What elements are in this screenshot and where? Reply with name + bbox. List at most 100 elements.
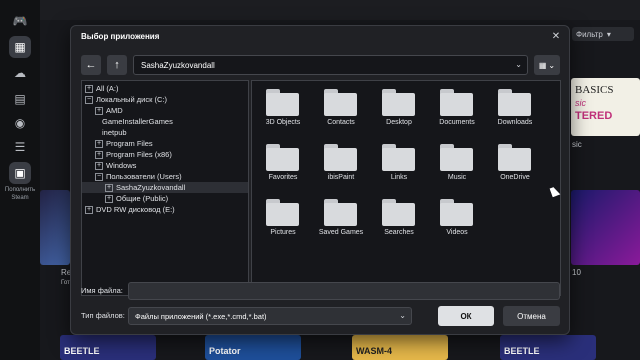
game-card-right[interactable] [571, 190, 640, 265]
broadcast-icon[interactable]: ◉ [9, 112, 31, 134]
back-button[interactable]: ← [81, 55, 101, 75]
up-button[interactable]: ↑ [107, 55, 127, 75]
file-name-label: Имя файла: [81, 286, 123, 295]
card-extra: TERED [575, 110, 613, 122]
arrow-up-icon: ↑ [114, 59, 120, 71]
library-icon[interactable]: ▦ [9, 36, 31, 58]
card-caption-left2: Гот [61, 280, 70, 286]
file-type-select[interactable]: Файлы приложений (*.exe,*.cmd,*.bat) ⌄ [128, 307, 412, 325]
folder-label: Contacts [327, 119, 355, 126]
folder-label: Searches [384, 229, 414, 236]
folder-icon [440, 199, 473, 226]
tree-item[interactable]: + Общие (Public) [82, 193, 248, 204]
tree-item-label: AMD [106, 106, 123, 115]
tree-item-label: Program Files (x86) [106, 150, 172, 159]
add-funds-line2: Steam [11, 195, 29, 201]
game-card-potator[interactable]: Potator [205, 335, 301, 360]
list-icon[interactable]: ☰ [9, 136, 31, 158]
card-caption-right2: 10 [572, 268, 581, 277]
tree-item-label: inetpub [102, 128, 127, 137]
folder-item[interactable]: Links [370, 138, 428, 190]
folder-label: Documents [439, 119, 475, 126]
game-card-left[interactable] [40, 190, 70, 265]
chevron-down-icon: ⌄ [515, 60, 522, 69]
folder-item[interactable]: Documents [428, 83, 486, 135]
file-picker-dialog: Выбор приложения ✕ ← ↑ SashaZyuzkovandal… [70, 25, 570, 335]
tree-item[interactable]: + Program Files [82, 138, 248, 149]
gamepad-icon[interactable]: 🎮 [9, 10, 31, 32]
cancel-button[interactable]: Отмена [503, 306, 560, 326]
folder-icon [266, 199, 299, 226]
tree-item[interactable]: − Локальный диск (C:) [82, 94, 248, 105]
tree-item[interactable]: inetpub [82, 127, 248, 138]
card-title: BEETLE [64, 346, 100, 356]
folder-icon [382, 144, 415, 171]
chevron-down-icon: ⌄ [399, 311, 406, 320]
file-name-input[interactable] [128, 282, 560, 300]
tree-item[interactable]: GameInstallerGames [82, 116, 248, 127]
folder-item[interactable]: Searches [370, 193, 428, 245]
tree-item-label: DVD RW дисковод (E:) [96, 205, 175, 214]
background-topbar [40, 0, 640, 20]
folder-icon [440, 89, 473, 116]
wallet-icon[interactable]: ▣ [9, 162, 31, 184]
folder-item[interactable]: Downloads [486, 83, 544, 135]
tree-item[interactable]: + Program Files (x86) [82, 149, 248, 160]
grid-icon: ▦ [538, 60, 547, 70]
tree-item[interactable]: − Пользователи (Users) [82, 171, 248, 182]
collapse-icon[interactable]: − [95, 172, 103, 181]
folder-item[interactable]: Music [428, 138, 486, 190]
expand-icon[interactable]: + [105, 183, 113, 192]
card-title: BASICS [575, 84, 614, 96]
folder-label: Videos [446, 229, 468, 236]
game-card-beetle-2[interactable]: BEETLE [500, 335, 596, 360]
folder-icon [324, 89, 357, 116]
folder-item[interactable]: 3D Objects [254, 83, 312, 135]
expand-icon[interactable]: + [95, 139, 103, 148]
tree-item[interactable]: + AMD [82, 105, 248, 116]
view-mode-button[interactable]: ▦ ⌄ [534, 55, 560, 75]
folder-icon [440, 144, 473, 171]
tree-item-label: Локальный диск (C:) [96, 95, 167, 104]
game-card-wasm4[interactable]: WASM-4 [352, 335, 448, 360]
folder-item[interactable]: Videos [428, 193, 486, 245]
close-icon[interactable]: ✕ [549, 29, 563, 43]
expand-icon[interactable]: + [95, 150, 103, 159]
expand-icon[interactable]: + [95, 106, 103, 115]
file-grid[interactable]: 3D Objects Contacts Desktop Documents Downlo… [251, 80, 561, 296]
expand-icon[interactable]: + [85, 205, 93, 214]
folder-item[interactable]: Pictures [254, 193, 312, 245]
folder-tree[interactable]: + All (A:) − Локальный диск (C:) + AMD GameIns… [81, 80, 249, 296]
folder-label: Pictures [270, 229, 296, 236]
folder-item[interactable]: Saved Games [312, 193, 370, 245]
tree-item-label: Пользователи (Users) [106, 172, 182, 181]
folder-item[interactable]: Contacts [312, 83, 370, 135]
tree-item-label: SashaZyuzkovandall [116, 183, 186, 192]
expand-icon[interactable]: + [95, 161, 103, 170]
game-card-beetle-1[interactable]: BEETLE [60, 335, 156, 360]
ok-button[interactable]: ОК [438, 306, 494, 326]
tree-item-label: All (A:) [96, 84, 119, 93]
collapse-icon[interactable]: − [85, 95, 93, 104]
folder-item[interactable]: ibisPaint [312, 138, 370, 190]
tree-item[interactable]: + Windows [82, 160, 248, 171]
expand-icon[interactable]: + [85, 84, 93, 93]
path-selector[interactable]: SashaZyuzkovandall ⌄ [133, 55, 528, 75]
folder-item[interactable]: Desktop [370, 83, 428, 135]
tree-item[interactable]: + All (A:) [82, 83, 248, 94]
expand-icon[interactable]: + [105, 194, 113, 203]
folder-label: Links [390, 174, 408, 181]
cloud-icon[interactable]: ☁ [9, 62, 31, 84]
folder-item[interactable]: OneDrive [486, 138, 544, 190]
tree-item[interactable]: + SashaZyuzkovandall [82, 182, 248, 193]
folder-icon [324, 144, 357, 171]
file-type-value: Файлы приложений (*.exe,*.cmd,*.bat) [135, 311, 267, 321]
folder-icon [266, 144, 299, 171]
tree-item[interactable]: + DVD RW дисковод (E:) [82, 204, 248, 215]
folder-label: 3D Objects [265, 119, 301, 126]
filter-button[interactable]: Фильтр ▾ [572, 27, 634, 41]
add-funds-label[interactable]: Пополнить Steam [0, 186, 40, 202]
game-card-basics[interactable]: BASICS sic TERED [571, 78, 640, 136]
folder-item[interactable]: Favorites [254, 138, 312, 190]
store-icon[interactable]: ▤ [9, 88, 31, 110]
